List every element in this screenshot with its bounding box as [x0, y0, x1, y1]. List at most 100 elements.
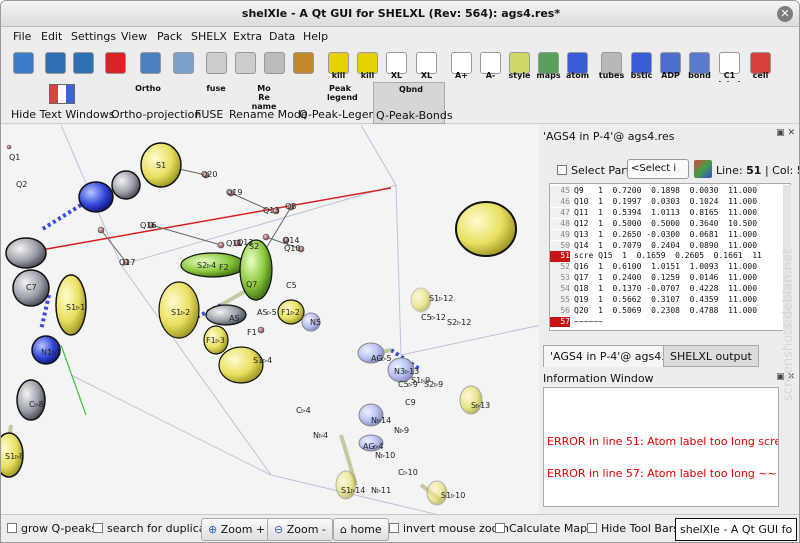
code-line[interactable]: 53 Q17 1 0.2400 0.1259 0.0146 11.000: [550, 273, 780, 284]
redo-icon: [173, 52, 194, 74]
atom-label: F1▹2: [281, 308, 300, 317]
fuse-button[interactable]: fuse FUSE: [193, 82, 226, 124]
tab-shelxl-output[interactable]: SHELXL output: [663, 345, 759, 367]
menu-view[interactable]: View: [121, 30, 147, 43]
code-line[interactable]: 48 Q12 1 0.5000 0.5000 0.3640 10.500: [550, 218, 780, 230]
adp-button[interactable]: ADP: [656, 49, 685, 80]
atom-ag[interactable]: [5, 237, 47, 269]
q-peak-bonds-button[interactable]: Qbnd Q-Peak-Bonds: [373, 82, 453, 124]
home-button[interactable]: ⌂ home: [333, 518, 389, 541]
find-button[interactable]: [260, 49, 289, 79]
hide-text-windows-button[interactable]: Hide Text Windows: [9, 82, 114, 124]
atom-f2[interactable]: [218, 346, 264, 384]
code-line[interactable]: 51 scre Q15 1 0.1659 0.2605 0.1661 11: [550, 251, 780, 262]
line-text: Q20 1 0.5069 0.2308 0.4788 11.000: [574, 305, 758, 315]
ortho-projection-button[interactable]: Ortho Ortho-projection: [109, 82, 201, 124]
menu-shelx[interactable]: SHELX: [191, 30, 227, 43]
code-line[interactable]: 46 Q10 1 0.1997 0.0303 0.1024 11.000: [550, 196, 780, 208]
menu-edit[interactable]: Edit: [41, 30, 62, 43]
a-minus-button[interactable]: A-: [476, 49, 505, 80]
hide-toolbars-checkbox[interactable]: Hide Tool Bars: [587, 522, 679, 535]
line-number: 46: [550, 196, 570, 208]
atom-n[interactable]: [78, 181, 114, 213]
menu-extra[interactable]: Extra: [233, 30, 262, 43]
atom-label: AS: [229, 314, 240, 323]
undo-button[interactable]: [136, 49, 165, 79]
style-button[interactable]: style: [505, 49, 534, 80]
code-line[interactable]: 56 Q20 1 0.5069 0.2308 0.4788 11.000: [550, 305, 780, 317]
kill-all-button[interactable]: kill: [353, 49, 382, 80]
line-text: Q9 1 0.7200 0.1898 0.0030 11.000: [574, 186, 758, 195]
structure-canvas[interactable]: S1Q20Q19Q13 Q8Q16Q17Q14Q11Q12Q10S2S2▹4 F2Q…: [1, 125, 539, 514]
menu-settings[interactable]: Settings: [71, 30, 116, 43]
chart-icon[interactable]: [694, 160, 712, 178]
part-select[interactable]: <Select i: [627, 159, 689, 179]
bond-button[interactable]: bond: [685, 49, 714, 80]
structure-viewport[interactable]: S1 Q20 Q19 Q13 Q8 Q16 Q17 Q14 Q11 Q12 Q10 S2 S2▹4 F2 Q…: [1, 125, 539, 514]
adp-label: ADP: [661, 71, 680, 80]
stop-button[interactable]: [101, 49, 130, 79]
paste-button[interactable]: [231, 49, 260, 79]
atom-s-isolated[interactable]: [455, 201, 517, 257]
title-bar: shelXle - A Qt GUI for SHELXL (Rev: 564)…: [1, 1, 799, 27]
bstic-button[interactable]: bstic: [627, 49, 656, 80]
menu-file[interactable]: File: [13, 30, 31, 43]
tubes-label: tubes: [598, 71, 625, 80]
xl-refine-button[interactable]: XL: [382, 49, 411, 80]
line-number: 51: [550, 251, 570, 262]
atom-s1-12[interactable]: [410, 287, 432, 313]
atom-label: Q16: [140, 221, 156, 230]
grow-qpeaks-checkbox[interactable]: grow Q-peaks: [7, 522, 97, 535]
copy-button[interactable]: [202, 49, 231, 79]
zoom-in-button[interactable]: ⊕ Zoom +: [201, 518, 273, 541]
line-text: Q10 1 0.1997 0.0303 0.1024 11.000: [574, 196, 758, 206]
save-as-button[interactable]: [69, 49, 98, 79]
code-line[interactable]: 54 Q18 1 0.1370 -0.0707 0.4228 11.000: [550, 284, 780, 295]
menu-pack[interactable]: Pack: [157, 30, 182, 43]
atom-c[interactable]: [111, 170, 141, 200]
menu-data[interactable]: Data: [269, 30, 295, 43]
kill-button[interactable]: kill: [324, 49, 353, 80]
menu-help[interactable]: Help: [303, 30, 328, 43]
xl-refine-red-button[interactable]: XL: [412, 49, 441, 80]
code-line[interactable]: 49 Q13 1 0.2650 -0.0300 0.0681 11.000: [550, 229, 780, 241]
code-line[interactable]: 55 Q19 1 0.5662 0.3107 0.4359 11.000: [550, 295, 780, 306]
q-peak-legend-button[interactable]: Peak legend Q-Peak-Legend: [297, 82, 382, 124]
line-number: 54: [550, 284, 570, 295]
atom-button[interactable]: atom: [563, 49, 592, 80]
cell-button[interactable]: cell: [746, 49, 775, 80]
atom-as[interactable]: [205, 304, 247, 326]
calc-maps-checkbox[interactable]: Calculate Maps: [495, 522, 593, 535]
ortho-projection-icon: Ortho: [135, 84, 161, 104]
code-line[interactable]: 50 Q14 1 0.7079 0.2404 0.0890 11.000: [550, 240, 780, 251]
new-button[interactable]: [9, 49, 38, 79]
a-plus-label: A+: [455, 71, 468, 80]
atom-label: AS▹5: [257, 308, 277, 317]
invert-zoom-checkbox[interactable]: invert mouse zoom: [389, 522, 509, 535]
rename-mode-button[interactable]: Mo Re name Rename Mode: [227, 82, 308, 124]
code-line[interactable]: 47 Q11 1 0.5394 1.0113 0.8165 11.000: [550, 207, 780, 219]
close-window-button[interactable]: ✕: [777, 6, 793, 22]
select-part-checkbox[interactable]: Select Part: [557, 164, 630, 177]
line-text: scre Q15 1 0.1659 0.2605 0.1661 11: [574, 251, 762, 261]
code-line[interactable]: 52 Q16 1 0.6100 1.0151 1.0093 11.000: [550, 262, 780, 273]
atom-label: Q8: [285, 202, 296, 211]
zoom-out-button[interactable]: ⊖ Zoom -: [267, 518, 333, 541]
save-button[interactable]: [41, 49, 70, 79]
redo-button[interactable]: [169, 49, 198, 79]
res-file-editor[interactable]: 45 Q9 1 0.7200 0.1898 0.0030 11.000 46 Q10 …: [549, 183, 791, 331]
undo-icon: [140, 52, 161, 74]
code-line[interactable]: 57 ~~~~~~: [550, 316, 780, 328]
label-button[interactable]: C1 label: [715, 49, 744, 89]
fuse-icon: fuse: [203, 84, 229, 104]
atom-label: N▹11: [371, 486, 391, 495]
code-line[interactable]: 45 Q9 1 0.7200 0.1898 0.0030 11.000: [550, 186, 780, 197]
search-duplicate-checkbox[interactable]: search for duplicate: [93, 522, 217, 535]
zoom-find-button[interactable]: [289, 49, 318, 79]
tubes-button[interactable]: tubes: [597, 49, 626, 80]
copy-icon: [206, 52, 227, 74]
maps-button[interactable]: maps: [534, 49, 563, 80]
editor-tabs: 'AGS4 in P-4'@ ags4.res SHELXL output: [539, 345, 799, 367]
a-plus-button[interactable]: A+: [447, 49, 476, 80]
line-number: 55: [550, 295, 570, 306]
